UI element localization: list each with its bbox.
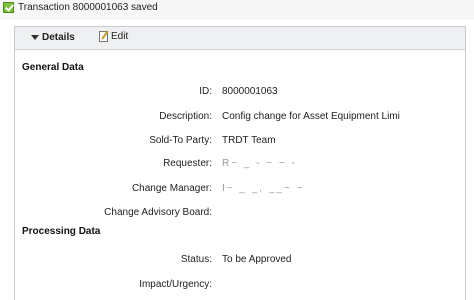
- section-processing-data: Processing Data: [22, 226, 101, 237]
- field-label-requester: Requester:: [163, 158, 212, 169]
- panel-toolbar: Details Edit: [15, 27, 465, 50]
- success-check-icon: [3, 2, 14, 13]
- message-bar: Transaction 8000001063 saved: [0, 0, 474, 20]
- edit-label: Edit: [111, 31, 129, 42]
- edit-button[interactable]: Edit: [99, 31, 128, 42]
- field-label-change-advisory-board: Change Advisory Board:: [104, 207, 212, 218]
- field-value-status: To be Approved: [222, 254, 292, 265]
- details-toggle[interactable]: Details: [31, 32, 75, 43]
- field-value-id: 8000001063: [222, 86, 278, 97]
- field-value-requester[interactable]: R~ _ - ~ ~ -: [222, 158, 297, 169]
- field-value-description: Config change for Asset Equipment Limi: [222, 111, 400, 122]
- field-label-status: Status:: [180, 254, 212, 265]
- field-label-change-manager: Change Manager:: [131, 183, 212, 194]
- field-value-sold-to: TRDT Team: [222, 135, 276, 146]
- section-general-data: General Data: [22, 62, 84, 73]
- chevron-down-icon: [31, 35, 39, 40]
- field-value-change-manager[interactable]: I~ _ _, __~ ~: [222, 183, 304, 194]
- field-label-sold-to: Sold-To Party:: [149, 135, 212, 146]
- field-label-impact-urgency: Impact/Urgency:: [139, 279, 212, 290]
- field-label-id: ID:: [199, 86, 212, 97]
- save-confirmation-message: Transaction 8000001063 saved: [18, 2, 158, 13]
- details-label: Details: [42, 32, 75, 43]
- field-label-description: Description:: [159, 111, 212, 122]
- edit-icon: [99, 31, 108, 42]
